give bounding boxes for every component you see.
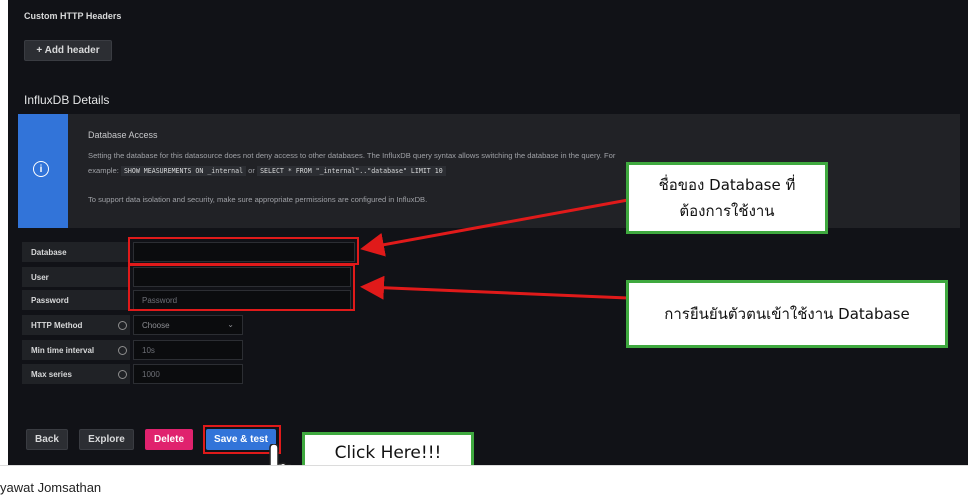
- page-footer: yawat Jomsathan: [0, 465, 968, 495]
- author-text: yawat Jomsathan: [0, 480, 102, 495]
- database-callout-line2: ต้องการใช้งาน: [679, 202, 775, 220]
- database-callout: ชื่อของ Database ที่ ต้องการใช้งาน: [626, 162, 828, 234]
- database-arrow: [360, 198, 629, 257]
- database-callout-line1: ชื่อของ Database ที่: [658, 176, 796, 194]
- auth-callout: การยืนยันตัวตนเข้าใช้งาน Database: [626, 280, 948, 348]
- credentials-arrow: [360, 275, 629, 300]
- annotation-arrows: [360, 198, 629, 300]
